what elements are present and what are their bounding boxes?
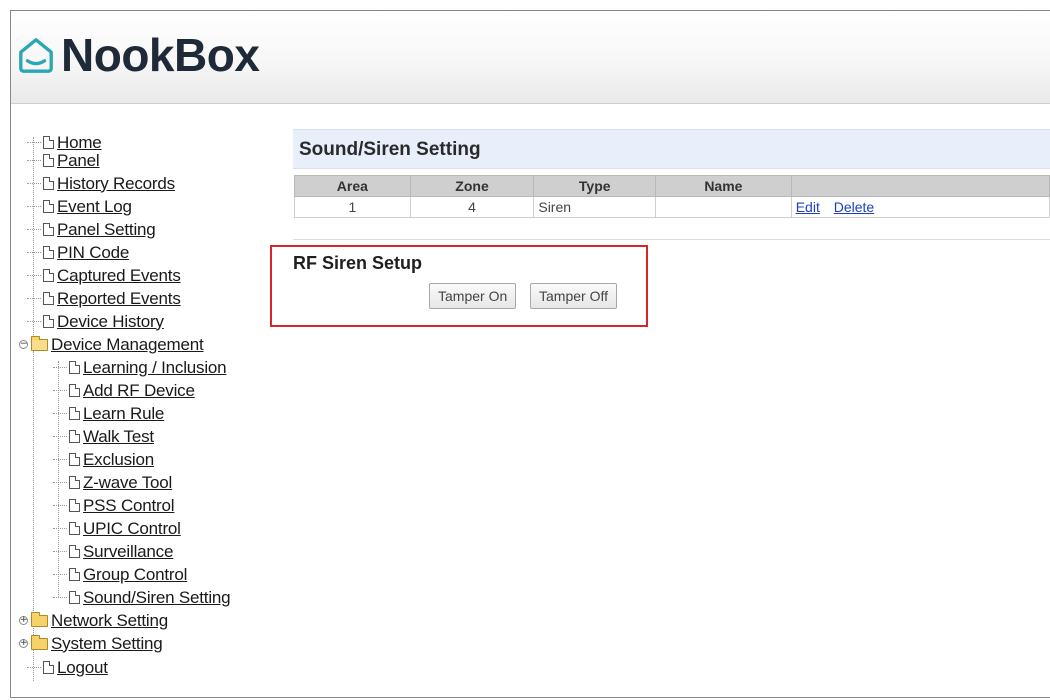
page-icon — [69, 384, 80, 397]
collapse-icon[interactable]: − — [19, 340, 28, 349]
cell-area: 1 — [294, 196, 411, 218]
page-icon — [69, 499, 80, 512]
tamper-off-button[interactable]: Tamper Off — [530, 283, 617, 309]
sidebar-item-label[interactable]: Event Log — [57, 197, 132, 217]
sidebar-item-add-rf-device[interactable]: Add RF Device — [53, 379, 195, 402]
page-icon — [43, 315, 54, 328]
sidebar-item-label[interactable]: PSS Control — [83, 496, 175, 516]
column-header-type: Type — [533, 175, 657, 197]
page-icon — [43, 246, 54, 259]
sidebar-item-label[interactable]: Walk Test — [83, 427, 154, 447]
sidebar-item-learning-inclusion[interactable]: Learning / Inclusion — [53, 356, 227, 379]
sidebar-item-label[interactable]: Device History — [57, 312, 164, 332]
page-icon — [43, 223, 54, 236]
folder-icon — [31, 611, 48, 627]
sidebar-item-label[interactable]: Panel — [57, 151, 100, 171]
sidebar-item-label[interactable]: Sound/Siren Setting — [83, 588, 231, 608]
sidebar-item-pss-control[interactable]: PSS Control — [53, 494, 175, 517]
sidebar-item-label[interactable]: History Records — [57, 174, 175, 194]
sidebar-item-exclusion[interactable]: Exclusion — [53, 448, 154, 471]
page-icon — [69, 430, 80, 443]
sidebar-item-pin-code[interactable]: PIN Code — [27, 241, 129, 264]
sidebar-item-label[interactable]: Surveillance — [83, 542, 173, 562]
page-icon — [69, 545, 80, 558]
page-icon — [43, 661, 54, 674]
sidebar-item-sound-siren-setting[interactable]: Sound/Siren Setting — [53, 586, 231, 609]
sidebar-item-label[interactable]: PIN Code — [57, 243, 129, 263]
sidebar-folder-label[interactable]: Device Management — [51, 335, 204, 355]
folder-open-icon — [31, 335, 48, 351]
sidebar-item-label[interactable]: Add RF Device — [83, 381, 195, 401]
page-icon — [69, 407, 80, 420]
column-header-zone: Zone — [409, 175, 535, 197]
sidebar-item-label[interactable]: Learn Rule — [83, 404, 164, 424]
page-icon — [43, 177, 54, 190]
sidebar-item-label[interactable]: Learning / Inclusion — [83, 358, 227, 378]
siren-table: Area Zone Type Name 1 4 Siren Edit Delet… — [294, 175, 1050, 218]
page-icon — [43, 200, 54, 213]
browser-frame: NookBox Home Panel History Records Event… — [10, 10, 1050, 698]
sidebar-item-learn-rule[interactable]: Learn Rule — [53, 402, 164, 425]
table-header-row: Area Zone Type Name — [294, 175, 1050, 197]
table-row: 1 4 Siren Edit Delete — [294, 196, 1050, 218]
sidebar-item-reported-events[interactable]: Reported Events — [27, 287, 181, 310]
cell-name — [655, 196, 792, 218]
edit-link[interactable]: Edit — [796, 199, 820, 215]
sidebar-folder-system-setting[interactable]: + System Setting — [19, 632, 163, 655]
sidebar-folder-label[interactable]: System Setting — [51, 634, 163, 654]
column-header-actions — [790, 175, 1050, 197]
sidebar-item-upic-control[interactable]: UPIC Control — [53, 517, 181, 540]
page-icon — [43, 292, 54, 305]
column-header-name: Name — [655, 175, 792, 197]
sidebar-item-surveillance[interactable]: Surveillance — [53, 540, 173, 563]
sidebar-item-label[interactable]: Panel Setting — [57, 220, 156, 240]
sidebar-item-history-records[interactable]: History Records — [27, 172, 175, 195]
sidebar-item-captured-events[interactable]: Captured Events — [27, 264, 181, 287]
page-icon — [69, 522, 80, 535]
expand-icon[interactable]: + — [19, 639, 28, 648]
sidebar-folder-device-management[interactable]: − Device Management — [19, 333, 204, 356]
sidebar-item-device-history[interactable]: Device History — [27, 310, 164, 333]
sidebar-item-walk-test[interactable]: Walk Test — [53, 425, 154, 448]
tamper-on-button[interactable]: Tamper On — [429, 283, 517, 309]
sidebar-item-label[interactable]: Group Control — [83, 565, 187, 585]
delete-link[interactable]: Delete — [834, 199, 874, 215]
folder-icon — [31, 634, 48, 650]
sidebar-item-panel-setting[interactable]: Panel Setting — [27, 218, 156, 241]
sidebar-item-panel[interactable]: Panel — [27, 149, 100, 172]
logo: NookBox — [17, 25, 260, 85]
page-icon — [43, 136, 54, 149]
rf-siren-setup-title: RF Siren Setup — [293, 253, 423, 273]
sidebar-item-label[interactable]: Reported Events — [57, 289, 181, 309]
sidebar-item-label[interactable]: UPIC Control — [83, 519, 181, 539]
logo-text: NookBox — [61, 29, 260, 81]
page-icon — [69, 476, 80, 489]
page-icon — [69, 591, 80, 604]
cell-type: Siren — [533, 196, 657, 218]
sidebar-item-event-log[interactable]: Event Log — [27, 195, 132, 218]
page-title: Sound/Siren Setting — [293, 129, 1050, 169]
header-bar: NookBox — [11, 11, 1050, 104]
sidebar-item-label[interactable]: Z-wave Tool — [83, 473, 172, 493]
page-icon — [69, 453, 80, 466]
page-icon — [43, 269, 54, 282]
sidebar-folder-network-setting[interactable]: + Network Setting — [19, 609, 168, 632]
expand-icon[interactable]: + — [19, 616, 28, 625]
sidebar-folder-label[interactable]: Network Setting — [51, 611, 168, 631]
page-icon — [69, 568, 80, 581]
sidebar-item-label[interactable]: Exclusion — [83, 450, 154, 470]
divider — [293, 239, 1050, 240]
page-icon — [43, 154, 54, 167]
column-header-area: Area — [294, 175, 411, 197]
cell-actions: Edit Delete — [790, 196, 1050, 218]
sidebar-item-group-control[interactable]: Group Control — [53, 563, 187, 586]
page-icon — [69, 361, 80, 374]
house-logo-icon — [19, 38, 53, 73]
cell-zone: 4 — [409, 196, 535, 218]
sidebar-item-logout[interactable]: Logout — [27, 656, 108, 679]
sidebar-item-label[interactable]: Captured Events — [57, 266, 181, 286]
sidebar-item-label[interactable]: Logout — [57, 658, 108, 678]
sidebar-item-z-wave-tool[interactable]: Z-wave Tool — [53, 471, 172, 494]
